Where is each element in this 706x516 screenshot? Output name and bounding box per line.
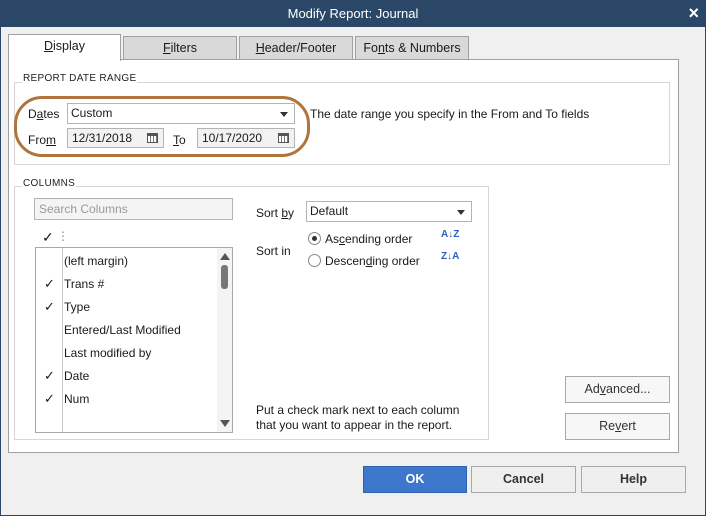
- revert-button-text: ert: [621, 419, 636, 433]
- dates-label-text: D: [28, 107, 37, 121]
- sort-in-label: Sort in: [256, 244, 291, 258]
- tab-label-mnemonic: F: [162, 41, 171, 55]
- tab-label-mnemonic: n: [377, 41, 385, 55]
- check-icon[interactable]: ✓: [44, 368, 55, 384]
- dates-label-text: tes: [43, 107, 60, 121]
- list-item[interactable]: (left margin): [36, 251, 218, 271]
- sort-by-label: Sort by: [256, 206, 294, 220]
- window-title: Modify Report: Journal: [287, 6, 419, 21]
- dates-dropdown-value: Custom: [71, 106, 113, 120]
- descending-radio[interactable]: [308, 254, 321, 267]
- tab-label: ts & Numbers: [384, 41, 461, 55]
- sort-by-label-text: Sort: [256, 206, 282, 220]
- list-item-label: Num: [64, 392, 90, 406]
- revert-button[interactable]: Revert: [565, 413, 670, 440]
- ascending-radio[interactable]: [308, 232, 321, 245]
- list-item-label: Type: [64, 300, 91, 314]
- from-date-value: 12/31/2018: [72, 131, 133, 145]
- from-label-mnemonic: m: [46, 133, 56, 147]
- date-range-description: The date range you specify in the From a…: [310, 107, 590, 121]
- ok-button[interactable]: OK: [363, 466, 467, 493]
- hint-line: that you want to appear in the report.: [256, 418, 453, 432]
- scroll-thumb[interactable]: [221, 265, 228, 289]
- tab-fonts-numbers[interactable]: Fonts & Numbers: [355, 36, 469, 60]
- to-date-field[interactable]: 10/17/2020: [197, 128, 295, 148]
- columns-list: (left margin) ✓ Trans # ✓ Type Entered/L…: [35, 247, 233, 433]
- columns-hint: Put a check mark next to each column tha…: [256, 403, 459, 433]
- advanced-button[interactable]: Advanced...: [565, 376, 670, 403]
- check-icon[interactable]: ✓: [44, 391, 55, 407]
- hint-line: Put a check mark next to each column: [256, 403, 460, 417]
- scrollbar[interactable]: [217, 248, 232, 432]
- list-item[interactable]: ✓ Date: [36, 366, 218, 386]
- list-item-label: Last modified by: [64, 346, 152, 360]
- descending-label-text: Descen: [325, 254, 366, 268]
- tab-label: isplay: [53, 39, 85, 53]
- ascending-label-text: ending order: [345, 232, 413, 246]
- search-columns-input[interactable]: Search Columns: [34, 198, 233, 220]
- sort-by-dropdown[interactable]: Default: [306, 201, 472, 222]
- sort-by-label-text: y: [288, 206, 295, 220]
- sort-ascending-icon: A↓Z: [441, 229, 460, 240]
- tab-filters[interactable]: Filters: [123, 36, 237, 60]
- columns-heading: COLUMNS: [22, 178, 77, 189]
- dates-label: Dates: [28, 107, 59, 121]
- scroll-up-icon[interactable]: [220, 253, 230, 260]
- to-label: To: [173, 133, 186, 147]
- from-label: From: [28, 133, 56, 147]
- sort-by-value: Default: [310, 204, 349, 218]
- to-label-text: o: [179, 133, 186, 147]
- tab-label-mnemonic: H: [255, 41, 265, 55]
- list-item[interactable]: Last modified by: [36, 343, 218, 363]
- tab-label: ilters: [170, 41, 198, 55]
- descending-label-text: ing order: [372, 254, 420, 268]
- chevron-down-icon: [457, 210, 465, 215]
- check-icon[interactable]: ✓: [44, 276, 55, 292]
- list-item[interactable]: ✓ Trans #: [36, 274, 218, 294]
- ascending-label[interactable]: Ascending order: [325, 232, 412, 246]
- tab-display[interactable]: Display: [8, 34, 121, 61]
- title-bar: Modify Report: Journal ×: [1, 1, 705, 27]
- list-item-label: Date: [64, 369, 90, 383]
- list-item[interactable]: ✓ Type: [36, 297, 218, 317]
- list-item[interactable]: ✓ Num: [36, 389, 218, 409]
- advanced-button-text: anced...: [606, 382, 651, 396]
- list-item[interactable]: Entered/Last Modified: [36, 320, 218, 340]
- advanced-button-text: Ad: [584, 382, 600, 396]
- tab-label: eader/Footer: [264, 41, 337, 55]
- from-label-text: Fro: [28, 133, 46, 147]
- to-date-value: 10/17/2020: [202, 131, 263, 145]
- list-item-label: (left margin): [64, 254, 129, 268]
- column-header-dots: ⋮: [57, 229, 69, 243]
- descending-label[interactable]: Descending order: [325, 254, 420, 268]
- close-icon[interactable]: ×: [688, 3, 699, 24]
- tab-label: Fo: [363, 41, 378, 55]
- revert-button-text: Re: [599, 419, 616, 433]
- check-icon[interactable]: ✓: [44, 299, 55, 315]
- date-range-heading: REPORT DATE RANGE: [22, 73, 138, 84]
- dates-dropdown[interactable]: Custom: [67, 103, 295, 124]
- list-item-label: Entered/Last Modified: [64, 323, 181, 337]
- scroll-down-icon[interactable]: [220, 420, 230, 427]
- modify-report-dialog: Modify Report: Journal × Display Filters…: [0, 0, 706, 516]
- tab-label-mnemonic: D: [44, 39, 54, 53]
- tab-header-footer[interactable]: Header/Footer: [239, 36, 353, 60]
- help-button[interactable]: Help: [581, 466, 686, 493]
- ascending-label-text: As: [325, 232, 340, 246]
- calendar-icon[interactable]: [278, 133, 289, 143]
- list-item-label: Trans #: [64, 277, 105, 291]
- check-all-icon[interactable]: ✓: [42, 229, 54, 246]
- chevron-down-icon: [280, 112, 288, 117]
- from-date-field[interactable]: 12/31/2018: [67, 128, 164, 148]
- cancel-button[interactable]: Cancel: [471, 466, 576, 493]
- sort-descending-icon: Z↓A: [441, 251, 460, 262]
- calendar-icon[interactable]: [147, 133, 158, 143]
